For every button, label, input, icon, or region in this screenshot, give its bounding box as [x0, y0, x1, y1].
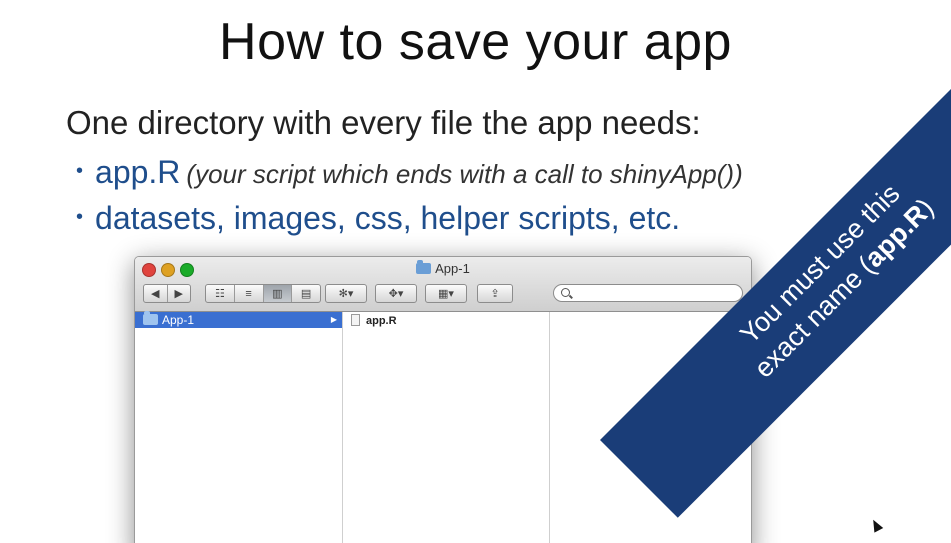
bullet-dot: •: [76, 160, 84, 182]
bullet-dot: •: [76, 206, 84, 228]
slide: How to save your app One directory with …: [0, 0, 951, 543]
disclosure-arrow-icon: ▶: [330, 315, 337, 324]
list-item-label: App-1: [162, 313, 195, 327]
bullet-assets: • datasets, images, css, helper scripts, …: [76, 200, 680, 237]
bullet-app-r: • app.R (your script which ends with a cal…: [76, 154, 743, 191]
slide-title: How to save your app: [219, 13, 732, 71]
mouse-cursor-icon: [868, 517, 884, 533]
share-button[interactable]: ⇪: [477, 284, 513, 303]
window-title-text: App-1: [435, 261, 470, 276]
folder-icon: [416, 260, 432, 274]
column-2[interactable]: app.R: [343, 312, 550, 543]
column-1[interactable]: App-1 ▶: [135, 311, 343, 543]
slide-lead: One directory with every file the app ne…: [66, 104, 701, 141]
list-item-label: app.R: [366, 315, 397, 327]
file-icon: [351, 314, 360, 326]
back-forward-control: ◀ ▶: [143, 284, 191, 303]
arrange-menu-button[interactable]: ▦▾: [425, 284, 467, 303]
back-button[interactable]: ◀: [144, 285, 168, 302]
list-item-app-r[interactable]: app.R: [343, 312, 549, 328]
forward-button[interactable]: ▶: [168, 285, 191, 302]
window-title: App-1: [135, 260, 751, 276]
list-item-app-1[interactable]: App-1 ▶: [135, 311, 342, 328]
view-mode-control: ☷ ≡ ▥ ▤: [205, 284, 321, 303]
cover-flow-button[interactable]: ▤: [292, 285, 320, 302]
finder-titlebar[interactable]: App-1 ◀ ▶ ☷ ≡ ▥ ▤ ✻▾ ✥▾ ▦▾ ⇪: [135, 257, 751, 312]
search-icon: [561, 288, 570, 297]
dropbox-menu-button[interactable]: ✥▾: [375, 284, 417, 303]
icon-view-button[interactable]: ☷: [206, 285, 235, 302]
column-view-button[interactable]: ▥: [263, 285, 293, 302]
finder-toolbar: ◀ ▶ ☷ ≡ ▥ ▤ ✻▾ ✥▾ ▦▾ ⇪: [143, 284, 743, 304]
folder-icon: [143, 311, 158, 325]
search-input[interactable]: [553, 284, 743, 302]
bullet-note: (your script which ends with a call to s…: [186, 159, 743, 189]
list-view-button[interactable]: ≡: [235, 285, 264, 302]
action-menu-button[interactable]: ✻▾: [325, 284, 367, 303]
bullet-main: app.R: [95, 154, 181, 190]
bullet-main: datasets, images, css, helper scripts, e…: [95, 200, 681, 236]
